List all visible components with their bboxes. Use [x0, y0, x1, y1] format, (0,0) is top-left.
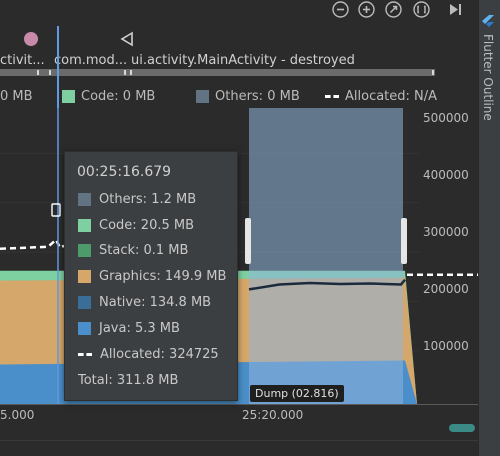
activity-tick — [432, 70, 434, 75]
legend-label: Allocated: N/A — [345, 89, 438, 104]
tooltip-swatch — [78, 270, 91, 283]
activity-tick — [124, 70, 126, 75]
tooltip-row-label: Others: 1.2 MB — [99, 192, 197, 207]
legend-label: Others: 0 MB — [215, 89, 300, 104]
tooltip-row: Graphics: 149.9 MB — [78, 269, 226, 284]
legend-item: 0 MB — [0, 89, 33, 104]
horizontal-scrollbar[interactable] — [449, 424, 475, 432]
legend-label: 0 MB — [0, 89, 33, 104]
selection-range — [249, 108, 403, 404]
fit-icon[interactable] — [412, 0, 430, 18]
activity-label-middle[interactable]: com.mod... — [54, 53, 127, 68]
tooltip-swatch — [78, 296, 91, 309]
tooltip-row: Java: 5.3 MB — [78, 321, 180, 336]
y-tick-label: 500000 — [423, 111, 469, 125]
legend-item: Code: 0 MB — [62, 89, 155, 104]
back-event-icon[interactable] — [119, 31, 135, 51]
activity-label-left[interactable]: ctivit... — [0, 53, 45, 68]
x-tick-label: 25:20.000 — [242, 408, 304, 422]
tooltip-swatch — [78, 322, 91, 335]
tooltip-row: Others: 1.2 MB — [78, 192, 196, 207]
y-tick-label: 100000 — [423, 339, 469, 353]
flutter-icon — [482, 14, 496, 28]
tooltip-row-label: Allocated: 324725 — [100, 347, 219, 362]
selection-handle-left — [245, 218, 251, 264]
tooltip: 00:25:16.679 Others: 1.2 MB Code: 20.5 M… — [64, 151, 238, 401]
tooltip-swatch — [78, 353, 92, 356]
legend-item: Others: 0 MB — [196, 89, 300, 104]
tooltip-row: Code: 20.5 MB — [78, 218, 194, 233]
tooltip-row-label: Graphics: 149.9 MB — [99, 269, 227, 284]
tooltip-row: Stack: 0.1 MB — [78, 243, 188, 258]
activity-tick — [49, 70, 51, 75]
selection-handle-right — [401, 218, 407, 264]
y-tick-label: 300000 — [423, 225, 469, 239]
skip-to-end-icon[interactable] — [446, 0, 464, 18]
tooltip-row-label: Stack: 0.1 MB — [99, 243, 189, 258]
y-tick-label: 200000 — [423, 282, 469, 296]
legend-swatch — [325, 95, 339, 98]
activity-tick — [37, 70, 39, 75]
legend-swatch — [196, 90, 209, 103]
x-axis — [0, 404, 478, 405]
tooltip-swatch — [78, 219, 91, 232]
tooltip-swatch — [78, 193, 91, 206]
legend-label: Code: 0 MB — [81, 89, 156, 104]
zoom-out-icon[interactable] — [331, 0, 349, 18]
x-tick-label: 5.000 — [0, 408, 35, 422]
activity-tick — [130, 70, 132, 75]
tooltip-time: 00:25:16.679 — [77, 164, 172, 180]
activity-track — [0, 69, 435, 76]
reset-zoom-icon[interactable] — [384, 0, 402, 18]
legend-swatch — [62, 90, 75, 103]
tooltip-row: Native: 134.8 MB — [78, 295, 211, 310]
zoom-in-icon[interactable] — [357, 0, 375, 18]
tooltip-row-label: Java: 5.3 MB — [99, 321, 180, 336]
dump-label[interactable]: Dump (02.816) — [250, 385, 344, 402]
tooltip-row-label: Native: 134.8 MB — [99, 295, 212, 310]
memory-profiler: Flutter Outline ctivit... com.mod... ui.… — [0, 0, 500, 456]
flutter-outline-label: Flutter Outline — [481, 34, 495, 121]
flutter-outline-tab[interactable]: Flutter Outline — [478, 14, 500, 154]
tooltip-swatch — [78, 244, 91, 257]
legend-item: Allocated: N/A — [325, 89, 437, 104]
status-divider — [0, 440, 478, 441]
timeline-cursor-top — [57, 26, 59, 108]
tooltip-row: Allocated: 324725 — [78, 347, 219, 362]
activity-label-right[interactable]: ui.activity.MainActivity - destroyed — [131, 53, 355, 68]
tooltip-total: Total: 311.8 MB — [78, 373, 179, 388]
tooltip-row-label: Code: 20.5 MB — [99, 218, 195, 233]
touch-event-marker[interactable] — [24, 32, 38, 46]
y-tick-label: 400000 — [423, 168, 469, 182]
